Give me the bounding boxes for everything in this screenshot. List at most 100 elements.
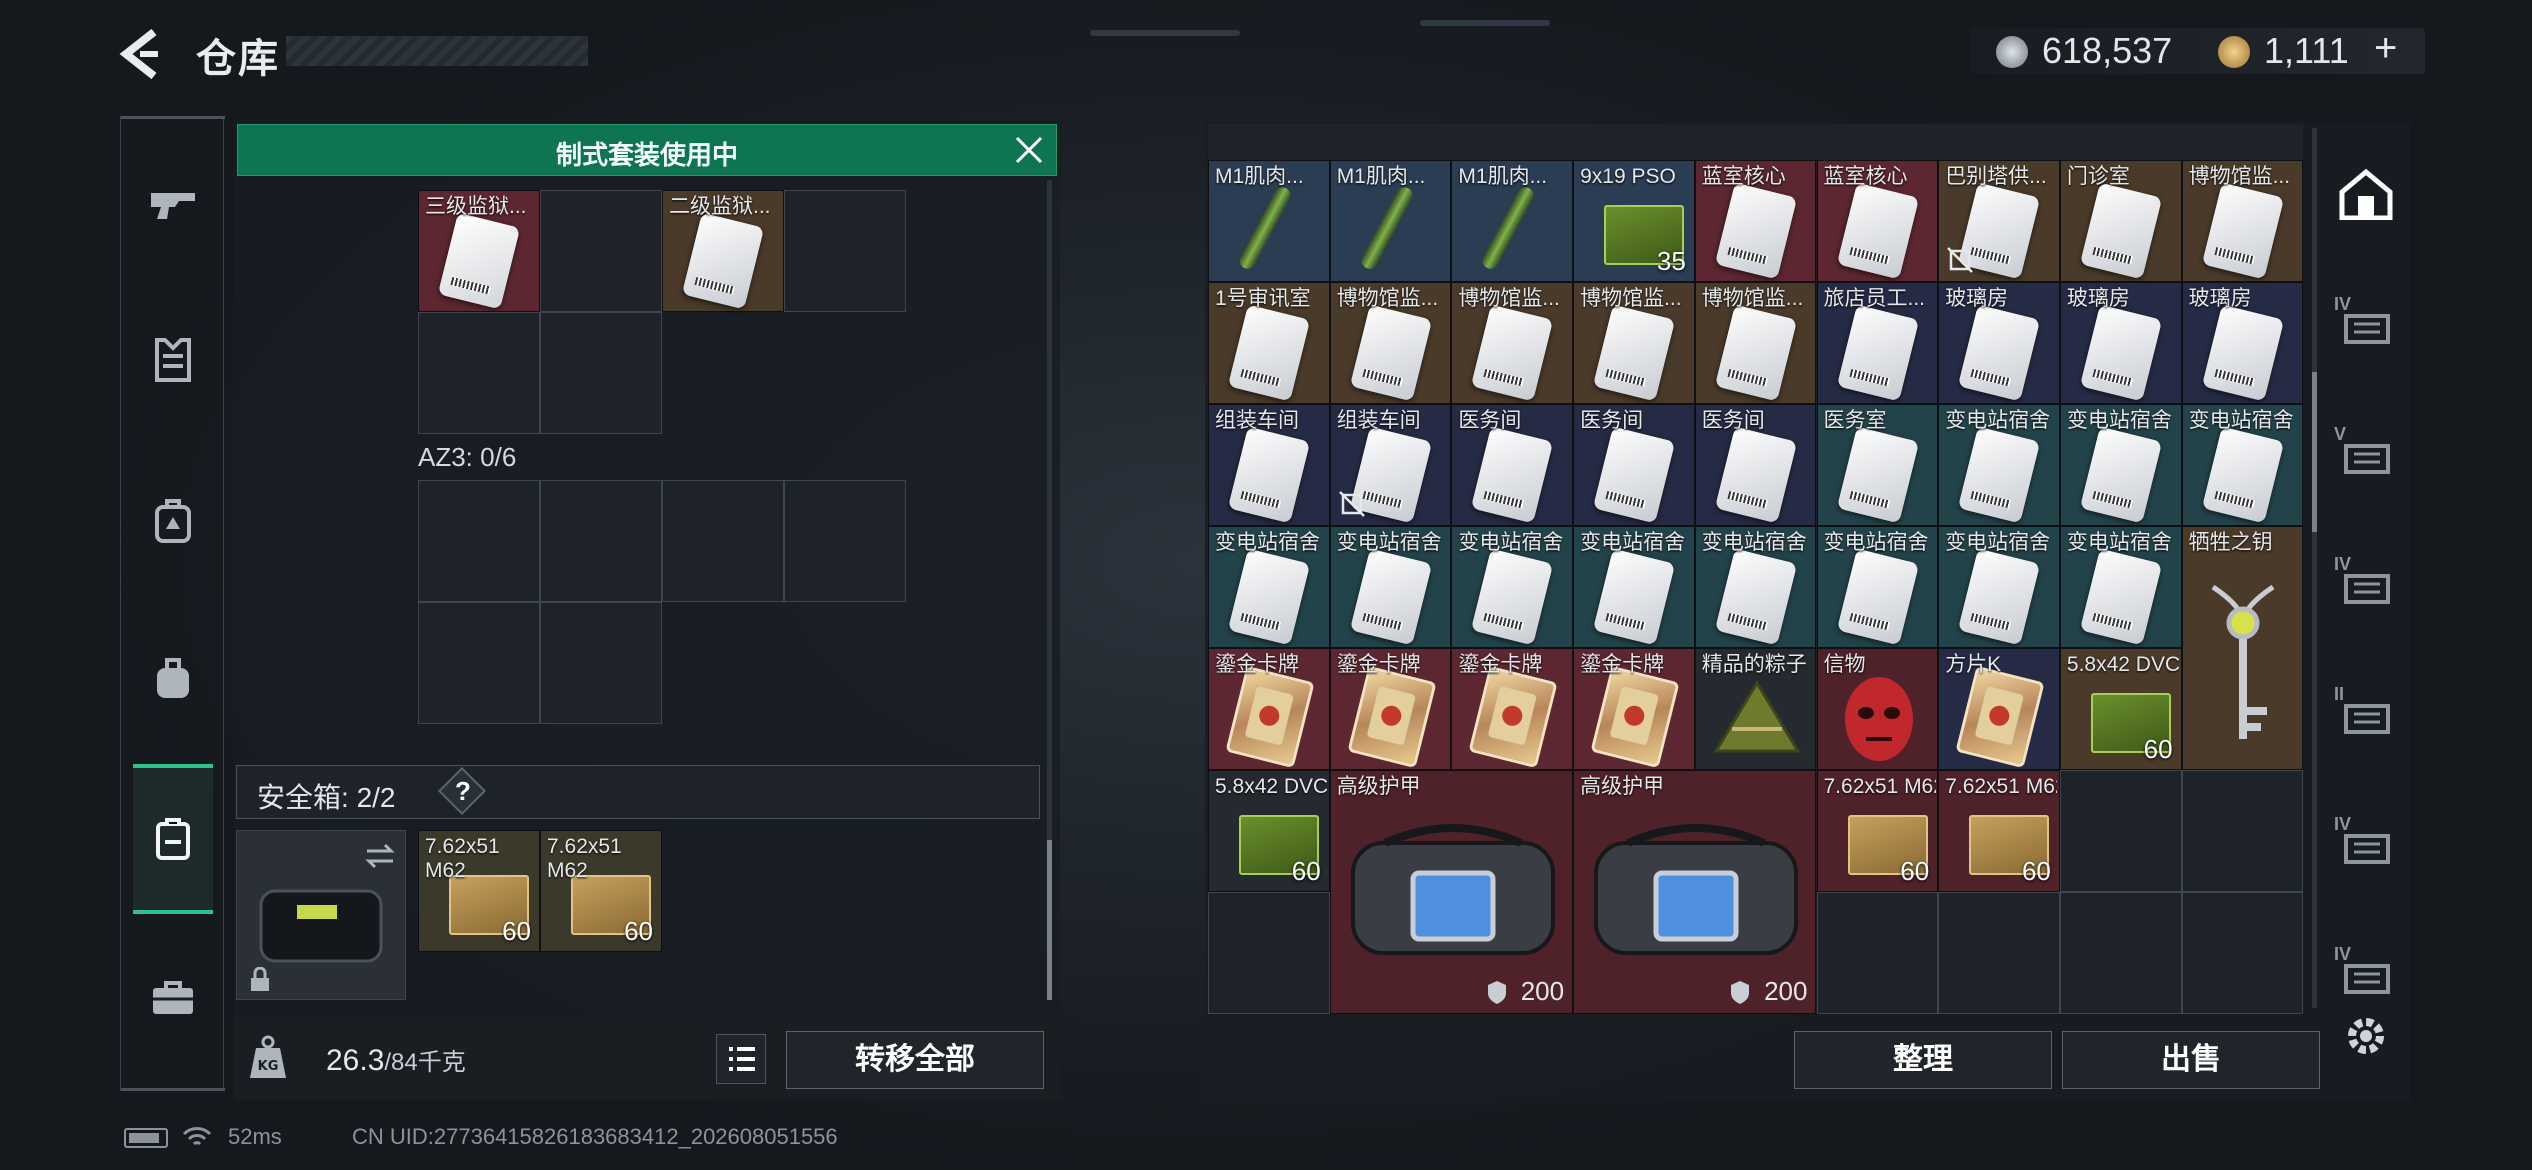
- empty-slot[interactable]: [1208, 892, 1330, 1014]
- organize-button[interactable]: 整理: [1794, 1031, 2052, 1089]
- empty-slot[interactable]: [418, 602, 540, 724]
- inventory-item[interactable]: 巴别塔供...: [1938, 160, 2060, 282]
- inventory-item[interactable]: 变电站宿舍: [1938, 526, 2060, 648]
- nav-armor[interactable]: [135, 322, 211, 398]
- inventory-item[interactable]: 7.62x51 M62 60: [1816, 770, 1939, 892]
- empty-slot[interactable]: [2181, 770, 2304, 892]
- empty-slot[interactable]: [1938, 892, 2060, 1014]
- inventory-item[interactable]: 鎏金卡牌: [1451, 648, 1574, 770]
- empty-slot[interactable]: [662, 480, 784, 602]
- swap-icon[interactable]: [363, 841, 397, 871]
- rail-box-tier[interactable]: II: [2330, 680, 2402, 752]
- inventory-item[interactable]: 变电站宿舍: [1208, 526, 1330, 648]
- inventory-item[interactable]: 方片K: [1938, 648, 2060, 770]
- empty-slot[interactable]: [540, 312, 662, 434]
- gear-slot[interactable]: 三级监狱...: [418, 190, 540, 312]
- inventory-item[interactable]: 组装车间: [1329, 404, 1452, 526]
- empty-slot[interactable]: [540, 190, 662, 312]
- rail-box-tier[interactable]: IV: [2330, 810, 2402, 882]
- syringe-icon: [1358, 184, 1415, 272]
- inventory-item[interactable]: 变电站宿舍: [2181, 404, 2304, 526]
- empty-slot[interactable]: [2181, 892, 2304, 1014]
- empty-slot[interactable]: [540, 480, 662, 602]
- inventory-item[interactable]: 5.8x42 DVC12 60: [1208, 770, 1330, 892]
- inventory-item[interactable]: 9x19 PSO 35: [1573, 160, 1695, 282]
- inventory-item[interactable]: 变电站宿舍: [1329, 526, 1452, 648]
- inventory-item[interactable]: 5.8x42 DVC12 60: [2059, 648, 2182, 770]
- inventory-item[interactable]: 1号审讯室: [1208, 282, 1330, 404]
- inventory-item[interactable]: 变电站宿舍: [1816, 526, 1939, 648]
- inventory-item[interactable]: 博物馆监...: [1694, 282, 1817, 404]
- rail-settings[interactable]: [2330, 1000, 2402, 1072]
- gear-slot[interactable]: 二级监狱...: [662, 190, 784, 312]
- safebox-item[interactable]: 7.62x51 M62 60: [418, 830, 540, 952]
- inventory-item[interactable]: 医务室: [1816, 404, 1939, 526]
- left-scrollbar-thumb[interactable]: [1047, 840, 1052, 1000]
- back-arrow-icon[interactable]: [118, 28, 168, 80]
- inventory-item[interactable]: M1肌肉...: [1208, 160, 1330, 282]
- empty-slot[interactable]: [2059, 892, 2182, 1014]
- warehouse-scrollbar-thumb[interactable]: [2312, 372, 2317, 532]
- keycard-icon: [2201, 304, 2284, 402]
- rail-box-tier[interactable]: IV: [2330, 550, 2402, 622]
- rail-box-tier[interactable]: IV: [2330, 290, 2402, 362]
- nav-weapon[interactable]: [135, 166, 211, 242]
- inventory-item[interactable]: 变电站宿舍: [2059, 526, 2182, 648]
- inventory-item[interactable]: 变电站宿舍: [1573, 526, 1695, 648]
- inventory-item[interactable]: 医务间: [1573, 404, 1695, 526]
- empty-slot[interactable]: [1816, 892, 1939, 1014]
- inventory-item[interactable]: 7.62x51 M62 60: [1938, 770, 2060, 892]
- inventory-item[interactable]: 变电站宿舍: [1694, 526, 1817, 648]
- close-icon[interactable]: [1014, 135, 1044, 165]
- inventory-item[interactable]: 博物馆监...: [1573, 282, 1695, 404]
- empty-slot[interactable]: [418, 312, 540, 434]
- add-currency-button[interactable]: +: [2374, 26, 2397, 71]
- inventory-item[interactable]: 鎏金卡牌: [1329, 648, 1452, 770]
- inventory-item[interactable]: 门诊室: [2059, 160, 2182, 282]
- inventory-item[interactable]: 玻璃房: [1938, 282, 2060, 404]
- inventory-item[interactable]: 精品的粽子: [1694, 648, 1817, 770]
- inventory-item[interactable]: M1肌肉...: [1451, 160, 1574, 282]
- inventory-item[interactable]: M1肌肉...: [1329, 160, 1452, 282]
- safebox-container[interactable]: [236, 830, 406, 1000]
- rail-warehouse[interactable]: [2330, 158, 2402, 230]
- zongzi-icon: [1713, 680, 1801, 753]
- weight-value: 26.3: [326, 1044, 385, 1077]
- inventory-item[interactable]: 变电站宿舍: [1938, 404, 2060, 526]
- inventory-item[interactable]: 蓝室核心: [1694, 160, 1817, 282]
- armor-item[interactable]: 高级护甲 200: [1573, 770, 1817, 1014]
- inventory-item[interactable]: 博物馆监...: [2181, 160, 2304, 282]
- safebox-item[interactable]: 7.62x51 M62 60: [540, 830, 662, 952]
- item-label: 7.62x51 M62: [1945, 775, 2058, 798]
- warehouse-scrollbar[interactable]: [2312, 128, 2317, 1008]
- armor-item[interactable]: 高级护甲 200: [1329, 770, 1574, 1014]
- rail-box-tier[interactable]: V: [2330, 420, 2402, 492]
- inventory-item[interactable]: 变电站宿舍: [2059, 404, 2182, 526]
- inventory-item[interactable]: 组装车间: [1208, 404, 1330, 526]
- inventory-item[interactable]: 玻璃房: [2059, 282, 2182, 404]
- nav-safebox[interactable]: [133, 764, 213, 914]
- inventory-item[interactable]: 变电站宿舍: [1451, 526, 1574, 648]
- transfer-all-button[interactable]: 转移全部: [786, 1031, 1044, 1089]
- inventory-item[interactable]: 医务间: [1451, 404, 1574, 526]
- list-view-button[interactable]: [716, 1034, 766, 1084]
- empty-slot[interactable]: [418, 480, 540, 602]
- empty-slot[interactable]: [784, 190, 906, 312]
- nav-backpack[interactable]: [135, 640, 211, 716]
- inventory-item[interactable]: 医务间: [1694, 404, 1817, 526]
- empty-slot[interactable]: [784, 480, 906, 602]
- nav-chest-rig[interactable]: [135, 484, 211, 560]
- inventory-item[interactable]: 牺牲之钥: [2181, 526, 2304, 770]
- inventory-item[interactable]: 玻璃房: [2181, 282, 2304, 404]
- empty-slot[interactable]: [2059, 770, 2182, 892]
- sell-button[interactable]: 出售: [2062, 1031, 2320, 1089]
- inventory-item[interactable]: 蓝室核心: [1816, 160, 1939, 282]
- inventory-item[interactable]: 鎏金卡牌: [1573, 648, 1695, 770]
- inventory-item[interactable]: 鎏金卡牌: [1208, 648, 1330, 770]
- empty-slot[interactable]: [540, 602, 662, 724]
- inventory-item[interactable]: 信物: [1816, 648, 1939, 770]
- inventory-item[interactable]: 博物馆监...: [1451, 282, 1574, 404]
- inventory-item[interactable]: 旅店员工...: [1816, 282, 1939, 404]
- nav-case[interactable]: [135, 960, 211, 1036]
- inventory-item[interactable]: 博物馆监...: [1329, 282, 1452, 404]
